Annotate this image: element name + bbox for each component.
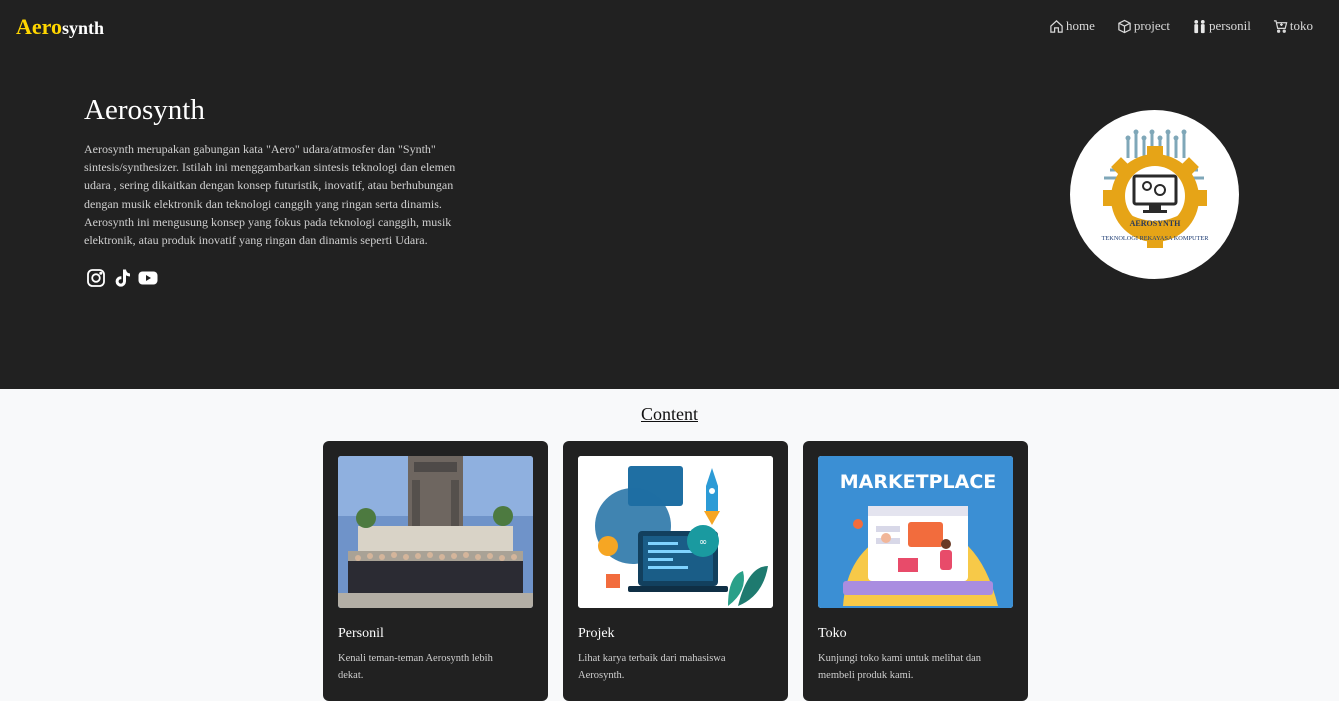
- instagram-icon: [86, 268, 105, 287]
- brand-part-aero: Aero: [16, 14, 63, 39]
- card-toko[interactable]: MARKETPLACE Toko Kunjungi toko kami untu…: [803, 441, 1028, 701]
- hero-title: Aerosynth: [84, 94, 205, 126]
- personil-group-photo: [338, 456, 533, 608]
- youtube-icon: [138, 271, 157, 284]
- card-text-toko: Kunjungi toko kami untuk melihat dan mem…: [818, 653, 982, 681]
- cart-icon: [1273, 19, 1288, 33]
- people-icon: [1194, 19, 1205, 33]
- content-section: Content Personil Kenali teman-teman Aero…: [0, 389, 1339, 701]
- home-icon: [1050, 19, 1063, 33]
- nav-label-project: project: [1133, 18, 1170, 33]
- youtube-link[interactable]: [137, 267, 158, 288]
- svg-text:∞: ∞: [699, 537, 707, 548]
- nav-item-personil[interactable]: personil: [1192, 18, 1251, 34]
- brand-part-synth: synth: [62, 18, 105, 38]
- nav-menu: home project personil toko: [1027, 18, 1313, 34]
- instagram-link[interactable]: [85, 267, 106, 288]
- logo-banner-text: AEROSYNTH: [1130, 219, 1181, 228]
- social-links: [85, 267, 158, 288]
- nav-label-personil: personil: [1208, 18, 1251, 33]
- brand-logo[interactable]: Aerosynth: [16, 13, 104, 42]
- projek-illustration: ∞: [578, 456, 773, 608]
- card-title-toko: Toko: [818, 626, 847, 641]
- card-title-projek: Projek: [578, 626, 615, 641]
- marketplace-illustration: MARKETPLACE: [818, 456, 1013, 608]
- card-projek[interactable]: ∞ Projek Lihat karya terbaik dari mahasi…: [563, 441, 788, 701]
- card-text-projek: Lihat karya terbaik dari mahasiswa Aeros…: [578, 653, 726, 681]
- gear-circuit-logo-icon: AEROSYNTH TEKNOLOGI REKAYASA KOMPUTER: [1102, 129, 1210, 248]
- nav-item-home[interactable]: home: [1049, 18, 1095, 34]
- nav-label-home: home: [1066, 18, 1095, 33]
- nav-label-toko: toko: [1289, 18, 1313, 33]
- nav-item-project[interactable]: project: [1117, 18, 1170, 34]
- card-personil[interactable]: Personil Kenali teman-teman Aerosynth le…: [323, 441, 548, 701]
- marketplace-text: MARKETPLACE: [840, 471, 997, 493]
- content-title: Content: [641, 404, 698, 424]
- logo-caption: TEKNOLOGI REKAYASA KOMPUTER: [1102, 235, 1210, 242]
- box-icon: [1118, 19, 1131, 33]
- hero-description: Aerosynth merupakan gabungan kata "Aero"…: [84, 142, 456, 248]
- hero-section: Aerosynth Aerosynth merupakan gabungan k…: [0, 54, 1339, 389]
- nav-item-toko[interactable]: toko: [1273, 18, 1313, 34]
- aerosynth-logo: AEROSYNTH TEKNOLOGI REKAYASA KOMPUTER: [1070, 110, 1239, 279]
- tiktok-icon: [115, 269, 130, 287]
- card-title-personil: Personil: [338, 626, 384, 641]
- navbar: Aerosynth home project personil toko: [0, 0, 1339, 54]
- card-text-personil: Kenali teman-teman Aerosynth lebih dekat…: [338, 653, 493, 681]
- tiktok-link[interactable]: [111, 267, 132, 288]
